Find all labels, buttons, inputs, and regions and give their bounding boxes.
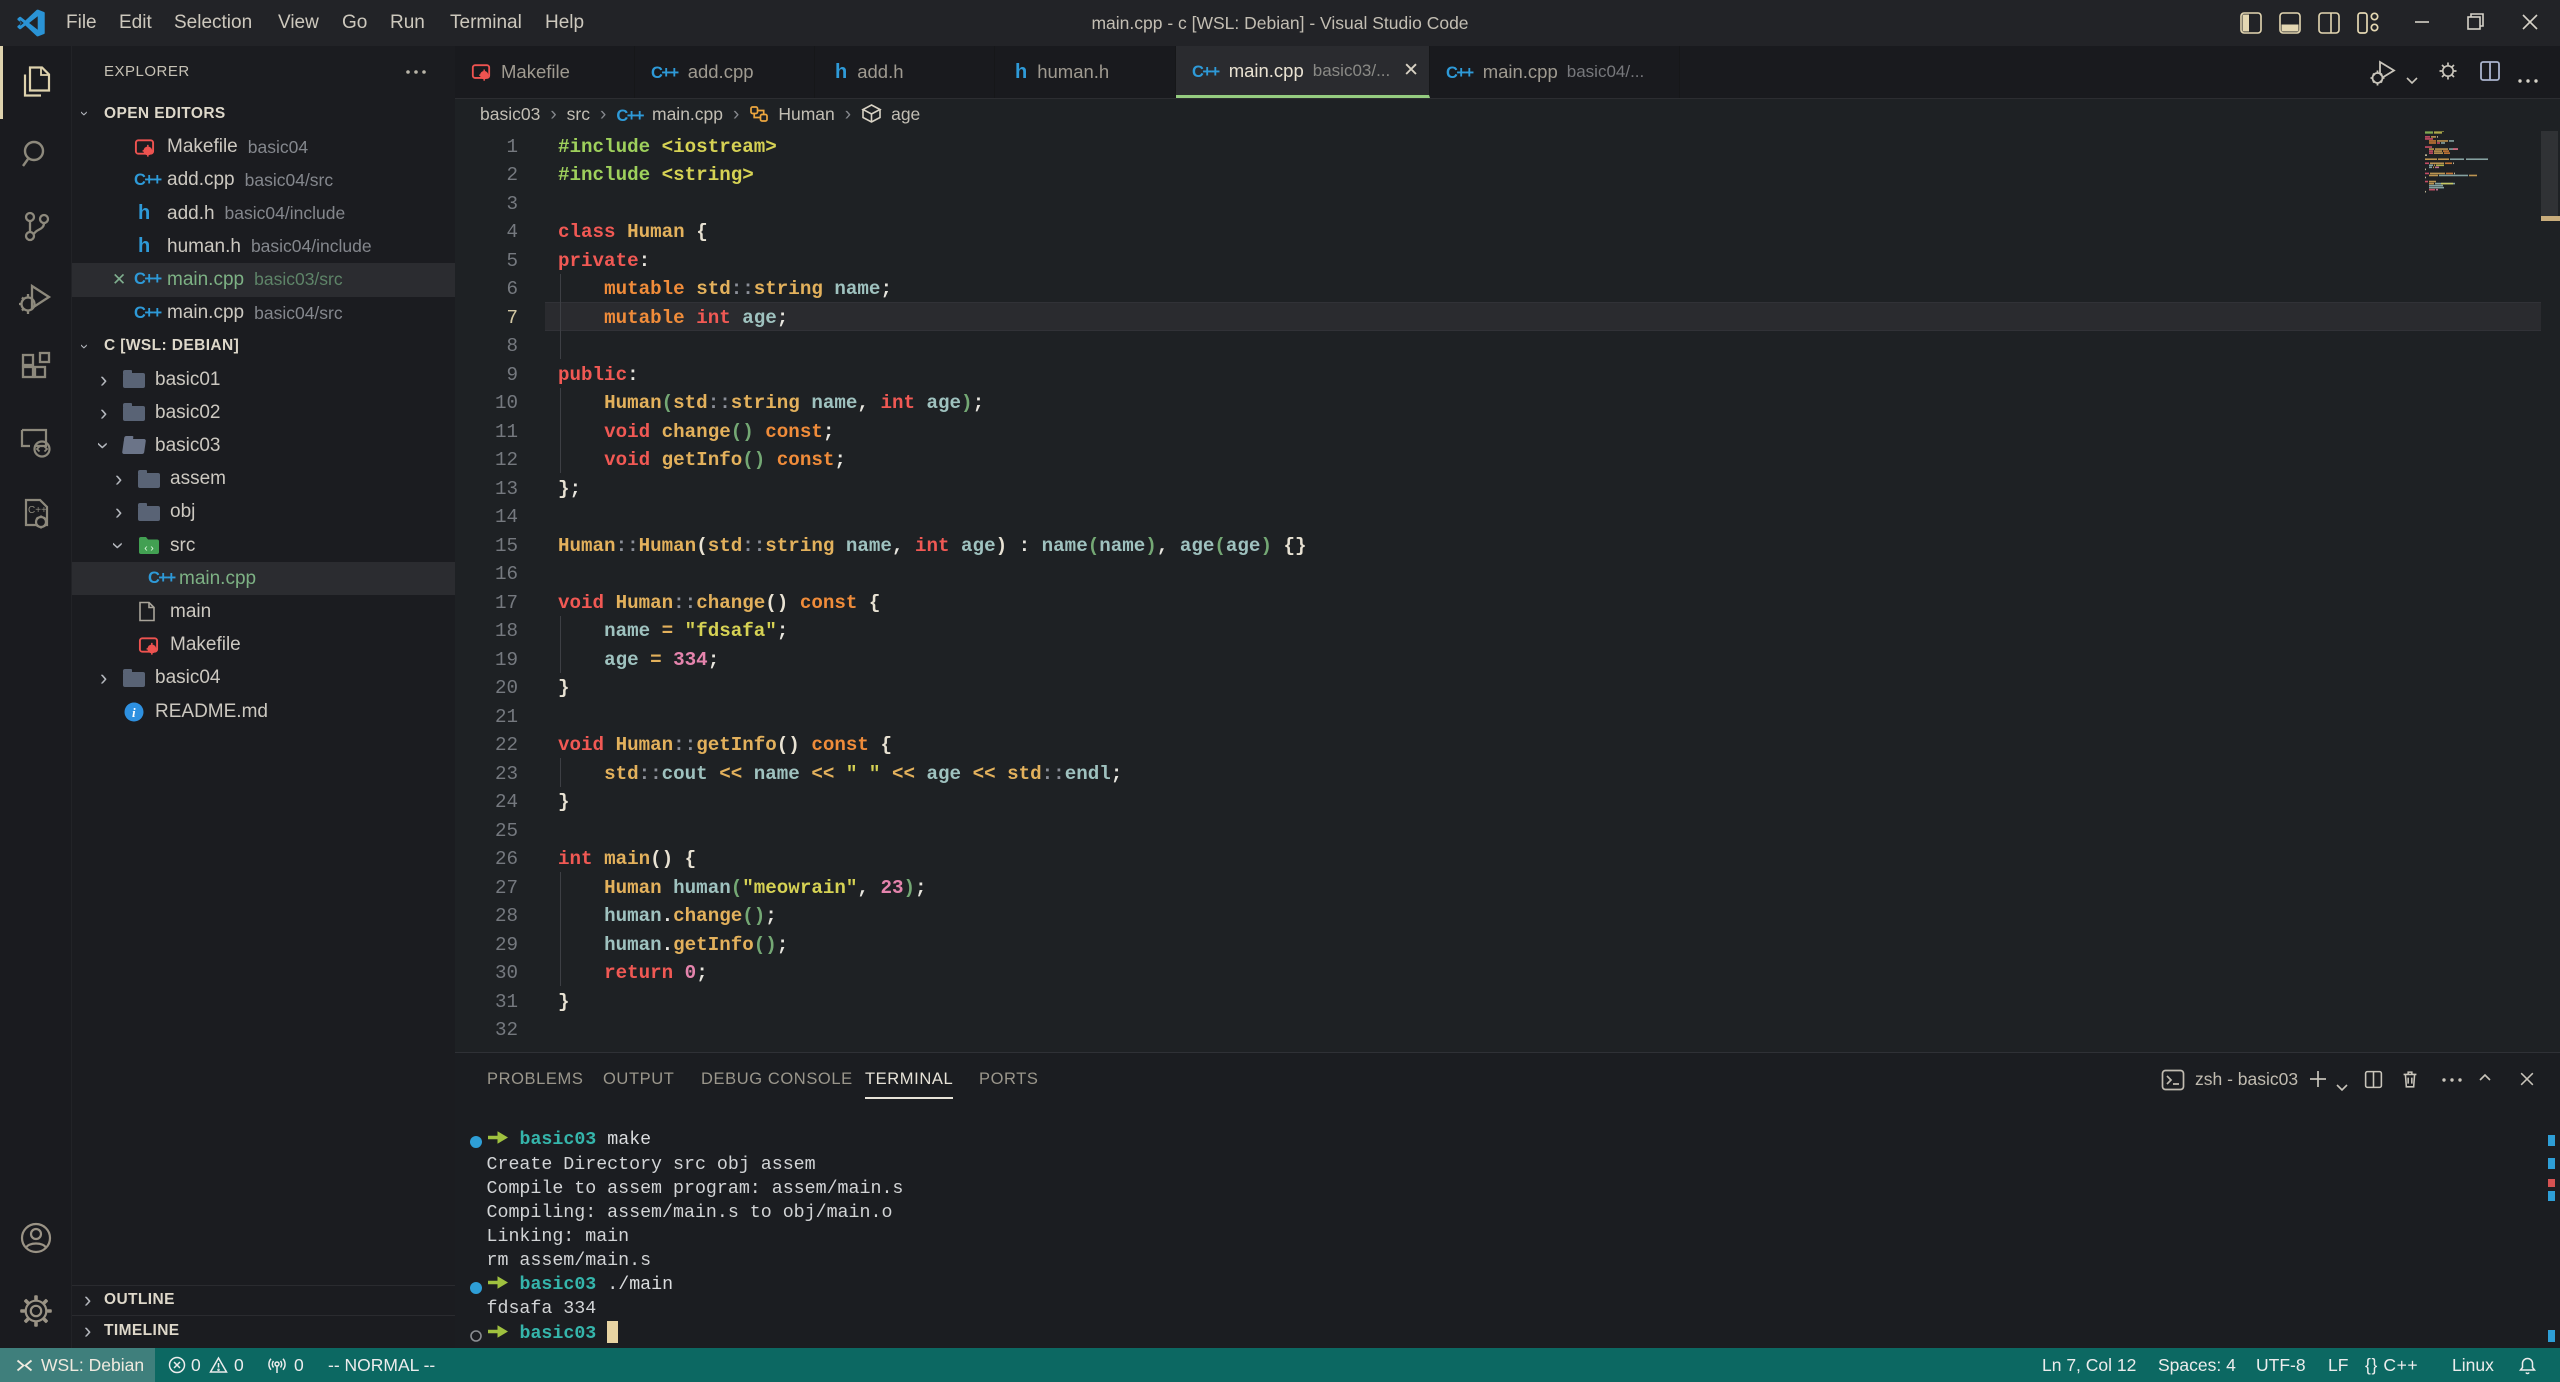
- svg-text:C++: C++: [28, 505, 47, 516]
- svg-text:‹›: ‹›: [143, 544, 155, 555]
- svg-text:i: i: [132, 705, 136, 720]
